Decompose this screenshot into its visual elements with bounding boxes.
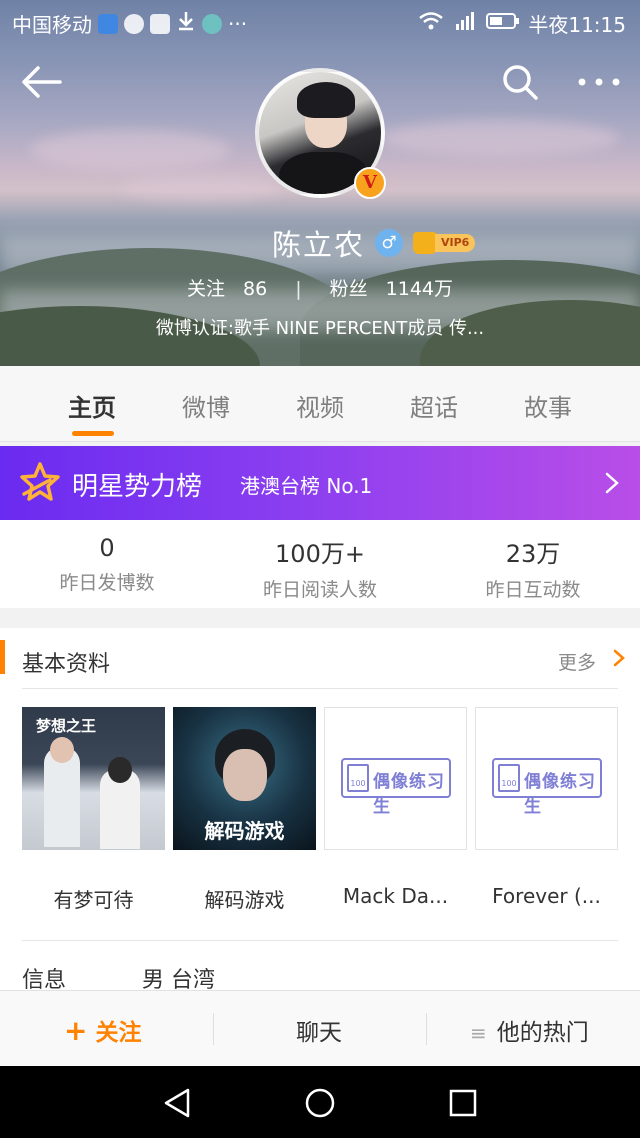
logo-text: 偶像练习生 xyxy=(373,772,445,817)
followers-stat[interactable]: 粉丝 1144万 xyxy=(324,278,459,300)
carrier-label: 中国移动 xyxy=(12,13,92,37)
logo-number: 100 xyxy=(347,764,369,792)
active-tab-indicator xyxy=(72,431,114,436)
hot-posts-label: 他的热门 xyxy=(496,1020,589,1046)
work-title[interactable]: Mack Da... xyxy=(324,884,467,908)
following-label: 关注 xyxy=(186,278,225,300)
more-icon[interactable] xyxy=(576,62,622,102)
back-arrow-icon[interactable] xyxy=(20,62,64,102)
yesterday-metrics: 0 昨日发博数 100万+ 昨日阅读人数 23万 昨日互动数 xyxy=(0,520,640,608)
clock: 半夜11:15 xyxy=(528,13,626,37)
chevron-right-icon[interactable] xyxy=(612,648,626,668)
work-title[interactable]: 解码游戏 xyxy=(173,884,316,913)
chat-bubble-icon xyxy=(124,13,144,34)
overflow-dots: ··· xyxy=(228,11,248,36)
poster-title: 解码游戏 xyxy=(204,819,285,843)
metric-label: 昨日阅读人数 xyxy=(262,579,377,601)
tab-video[interactable]: 视频 xyxy=(280,388,360,423)
tab-supertopic[interactable]: 超话 xyxy=(394,388,474,423)
tab-home[interactable]: 主页 xyxy=(52,388,132,423)
metric-value: 0 xyxy=(99,534,115,562)
work-thumbnail[interactable]: 100 偶像练习生 xyxy=(475,707,618,850)
work-thumbnail[interactable]: 100 偶像练习生 xyxy=(324,707,467,850)
section-marker xyxy=(0,640,5,674)
download-icon xyxy=(176,10,196,37)
shield-icon xyxy=(98,13,118,34)
metric-posts: 0 昨日发博数 xyxy=(0,534,214,595)
metric-interactions: 23万 昨日互动数 xyxy=(426,534,640,602)
back-triangle-icon[interactable] xyxy=(160,1086,194,1120)
action-divider xyxy=(426,1013,427,1045)
follow-stats: 关注 86 | 粉丝 1144万 xyxy=(0,274,640,301)
star-icon xyxy=(20,462,60,502)
idol-producer-logo: 100 偶像练习生 xyxy=(492,758,602,817)
crown-icon xyxy=(413,232,438,254)
metric-label: 昨日互动数 xyxy=(485,579,581,601)
male-gender-icon: ♂ xyxy=(375,229,404,257)
work-thumbnail[interactable]: 梦想之王 xyxy=(22,707,165,850)
system-navigation-bar xyxy=(0,1066,640,1138)
menu-lines-icon: ≡ xyxy=(470,1021,487,1045)
app-icon xyxy=(202,13,222,34)
paw-icon xyxy=(150,13,170,34)
signal-icon xyxy=(452,11,478,36)
tab-story[interactable]: 故事 xyxy=(508,388,588,423)
basic-info-card: 基本资料 更多 梦想之王 解码游戏 100 偶像练习生 100 偶像练习生 有梦… xyxy=(0,628,640,993)
action-divider xyxy=(213,1013,214,1045)
work-thumbnail[interactable]: 解码游戏 xyxy=(173,707,316,850)
wifi-icon xyxy=(418,11,444,36)
recents-square-icon[interactable] xyxy=(446,1086,480,1120)
profile-page: 中国移动 ··· 半夜11:15 V 陈立农 ♂ VIP6 关注 86 | 粉丝… xyxy=(0,0,640,1138)
stats-divider: | xyxy=(295,278,302,300)
vip-badge[interactable]: VIP6 xyxy=(413,232,476,254)
bottom-action-bar: + 关注 聊天 ≡ 他的热门 xyxy=(0,990,640,1066)
profile-name: 陈立农 xyxy=(272,228,366,262)
metric-value: 100万+ xyxy=(275,540,365,568)
metric-label: 昨日发博数 xyxy=(59,572,155,594)
metric-readers: 100万+ 昨日阅读人数 xyxy=(213,534,427,602)
more-link[interactable]: 更多 xyxy=(558,648,596,675)
verified-v-icon: V xyxy=(354,167,386,199)
home-circle-icon[interactable] xyxy=(303,1086,337,1120)
ranking-title: 明星势力榜 xyxy=(72,472,203,502)
ranking-subtitle: 港澳台榜 No.1 xyxy=(240,474,373,498)
metric-value: 23万 xyxy=(505,540,561,568)
follow-label: 关注 xyxy=(95,1020,142,1046)
poster-title: 梦想之王 xyxy=(36,717,97,735)
followers-label: 粉丝 xyxy=(329,278,368,300)
following-stat[interactable]: 关注 86 xyxy=(181,278,273,300)
followers-count: 1144万 xyxy=(385,278,454,300)
star-ranking-banner[interactable]: 明星势力榜 港澳台榜 No.1 xyxy=(0,446,640,520)
verification-text[interactable]: 微博认证:歌手 NINE PERCENT成员 传... xyxy=(0,314,640,340)
search-icon[interactable] xyxy=(500,62,540,102)
logo-number: 100 xyxy=(498,764,520,792)
status-bar: 中国移动 ··· 半夜11:15 xyxy=(0,0,640,44)
section-title: 基本资料 xyxy=(22,652,111,677)
battery-icon xyxy=(486,11,520,36)
divider xyxy=(22,940,618,941)
work-title[interactable]: 有梦可待 xyxy=(22,884,165,913)
vip-level-label: VIP6 xyxy=(435,234,476,252)
plus-icon: + xyxy=(64,1014,88,1047)
chevron-right-icon xyxy=(604,472,620,494)
name-row: 陈立农 ♂ VIP6 xyxy=(272,222,476,264)
chat-button[interactable]: 聊天 xyxy=(296,1013,342,1047)
idol-producer-logo: 100 偶像练习生 xyxy=(341,758,451,817)
following-count: 86 xyxy=(243,278,268,300)
hot-posts-button[interactable]: ≡ 他的热门 xyxy=(470,1013,589,1047)
tab-weibo[interactable]: 微博 xyxy=(166,388,246,423)
divider xyxy=(22,688,618,689)
logo-text: 偶像练习生 xyxy=(524,772,596,817)
follow-button[interactable]: + 关注 xyxy=(64,1013,141,1047)
work-title[interactable]: Forever (... xyxy=(475,884,618,908)
